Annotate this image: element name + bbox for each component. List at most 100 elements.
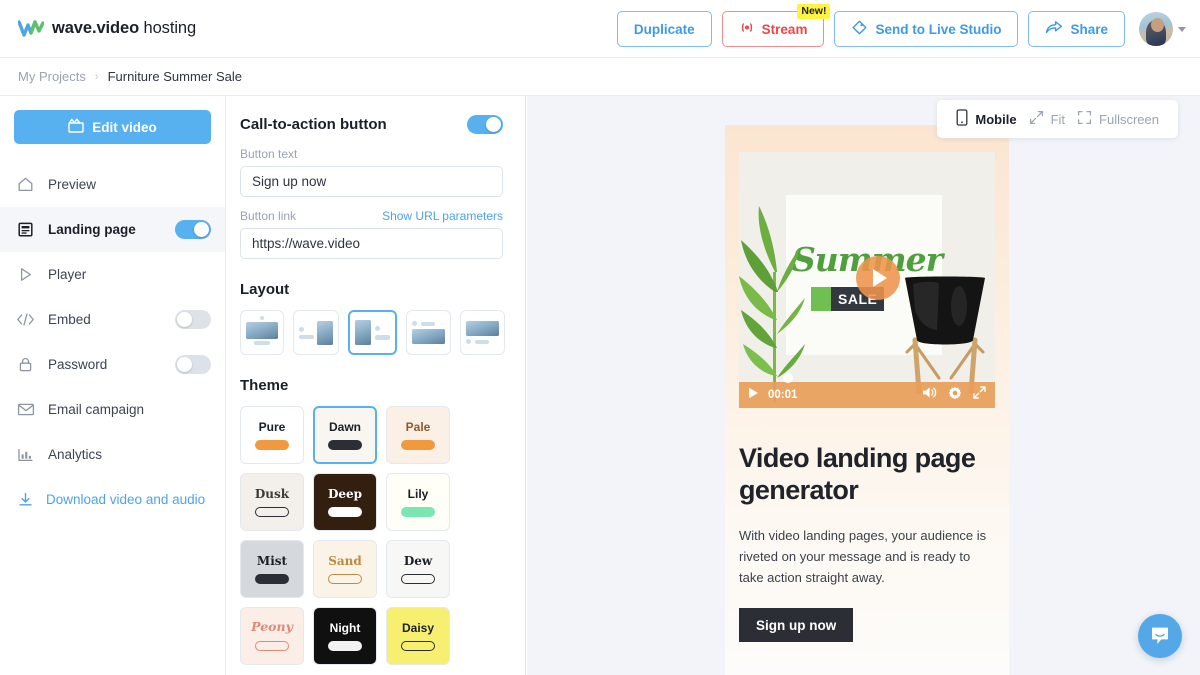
theme-option-dawn[interactable]: Dawn (313, 406, 377, 464)
theme-option-dew[interactable]: Dew (386, 540, 450, 598)
sidebar-label-analytics: Analytics (48, 447, 103, 462)
button-text-input[interactable] (240, 166, 503, 197)
expand-icon[interactable] (973, 386, 986, 404)
palm-leaf-decoration (739, 152, 809, 408)
sidebar-item-password[interactable]: Password (0, 342, 225, 387)
video-scrubber[interactable] (739, 373, 995, 383)
mail-icon (16, 400, 35, 419)
sidebar-item-player[interactable]: Player (0, 252, 225, 297)
theme-section-title: Theme (240, 377, 289, 394)
sidebar-item-email-campaign[interactable]: Email campaign (0, 387, 225, 432)
code-icon (16, 310, 35, 329)
top-header: wave.video hosting Duplicate New! Stream (0, 0, 1200, 58)
scrubber-handle[interactable] (783, 373, 793, 383)
theme-pill-swatch (401, 640, 435, 651)
preview-area: Mobile Fit Fullscreen SALE 00:01 Video l… (527, 96, 1200, 675)
stream-button-wrap: New! Stream (721, 4, 831, 47)
theme-label: Peony (251, 619, 293, 635)
landing-page-cta-button[interactable]: Sign up now (739, 608, 854, 642)
button-text-label: Button text (240, 147, 298, 161)
breadcrumb-my-projects[interactable]: My Projects (18, 69, 86, 84)
video-play-overlay-button[interactable] (856, 256, 900, 300)
brand-title: wave.video hosting (52, 19, 196, 38)
button-link-label: Button link (240, 209, 297, 223)
sidebar-label-password: Password (48, 357, 108, 372)
download-icon (16, 490, 35, 509)
theme-pill-swatch (328, 439, 362, 450)
play-icon (16, 265, 35, 284)
embed-toggle[interactable] (175, 310, 211, 329)
theme-pill-swatch (328, 573, 362, 584)
landing-page-title: Video landing page generator (739, 443, 976, 505)
video-player[interactable]: Summer SALE (739, 152, 995, 408)
sidebar-label-embed: Embed (48, 312, 91, 327)
password-toggle[interactable] (175, 355, 211, 374)
layout-option-text-left[interactable] (293, 310, 339, 355)
theme-option-dusk[interactable]: Dusk (240, 473, 304, 531)
sidebar-item-preview[interactable]: Preview (0, 162, 225, 207)
layout-options (240, 310, 505, 355)
theme-option-night[interactable]: Night (313, 607, 377, 665)
home-icon (16, 175, 35, 194)
player-play-button[interactable] (748, 386, 759, 404)
download-label: Download video and audio (46, 492, 206, 507)
download-video-and-audio-link[interactable]: Download video and audio (0, 477, 225, 522)
theme-option-lily[interactable]: Lily (386, 473, 450, 531)
view-mode-fullscreen[interactable]: Fullscreen (1074, 110, 1162, 128)
theme-pill-swatch (255, 573, 289, 584)
duplicate-button[interactable]: Duplicate (616, 11, 712, 47)
theme-option-mist[interactable]: Mist (240, 540, 304, 598)
theme-option-daisy[interactable]: Daisy (386, 607, 450, 665)
view-mode-mobile[interactable]: Mobile (953, 109, 1019, 129)
view-mode-fit[interactable]: Fit (1026, 110, 1068, 128)
share-button[interactable]: Share (1028, 11, 1125, 47)
theme-option-pure[interactable]: Pure (240, 406, 304, 464)
sidebar-item-landing-page[interactable]: Landing page (0, 207, 225, 252)
theme-option-pale[interactable]: Pale (386, 406, 450, 464)
landing-page-settings-panel: Call-to-action button Button text Button… (226, 96, 526, 675)
avatar (1139, 12, 1173, 46)
send-to-live-studio-button[interactable]: Send to Live Studio (834, 11, 1019, 47)
duplicate-label: Duplicate (633, 21, 695, 37)
brand-logo[interactable]: wave.video hosting (17, 19, 196, 38)
button-link-input[interactable] (240, 228, 503, 259)
theme-label: Night (329, 620, 361, 635)
sidebar-item-embed[interactable]: Embed (0, 297, 225, 342)
tag-icon (851, 19, 868, 39)
theme-pill-swatch (255, 506, 289, 517)
user-menu[interactable] (1139, 12, 1186, 46)
fit-label: Fit (1050, 111, 1066, 127)
layout-option-text-above[interactable] (406, 310, 451, 355)
theme-options: Pure Dawn Pale Dusk Deep Lily Mist Sand Dew Peony… (240, 406, 503, 665)
chevron-down-icon (1178, 26, 1186, 32)
preview-view-toolbar: Mobile Fit Fullscreen (937, 100, 1178, 138)
sidebar: Edit video Preview Landing page Player E… (0, 96, 226, 675)
button-link-row: Button link Show URL parameters (240, 209, 503, 223)
video-controls-bar: 00:01 (739, 373, 995, 408)
theme-label: Dew (403, 553, 433, 568)
gear-icon[interactable] (948, 386, 962, 405)
volume-icon[interactable] (922, 386, 937, 404)
landing-page-toggle[interactable] (175, 220, 211, 239)
breadcrumb: My Projects › Furniture Summer Sale (0, 58, 1200, 96)
theme-option-sand[interactable]: Sand (313, 540, 377, 598)
mobile-label: Mobile (975, 111, 1017, 127)
layout-option-image-left[interactable] (348, 310, 397, 355)
show-url-parameters-link[interactable]: Show URL parameters (382, 209, 503, 223)
landing-page-preview: Summer SALE (725, 125, 1009, 675)
sidebar-item-analytics[interactable]: Analytics (0, 432, 225, 477)
layout-option-top-image[interactable] (240, 310, 284, 355)
cta-toggle[interactable] (467, 115, 503, 134)
layout-option-text-below[interactable] (460, 310, 505, 355)
theme-option-deep[interactable]: Deep (313, 473, 377, 531)
share-label: Share (1070, 21, 1108, 37)
clapperboard-icon (68, 118, 84, 136)
edit-video-button[interactable]: Edit video (14, 110, 211, 144)
sidebar-label-landing-page: Landing page (48, 222, 136, 237)
theme-option-peony[interactable]: Peony (240, 607, 304, 665)
brand-bold: wave.video (52, 19, 140, 37)
video-time: 00:01 (768, 389, 798, 401)
chat-bubble-icon[interactable] (1138, 614, 1182, 658)
cta-section-title: Call-to-action button (240, 116, 387, 133)
page-icon (16, 220, 35, 239)
